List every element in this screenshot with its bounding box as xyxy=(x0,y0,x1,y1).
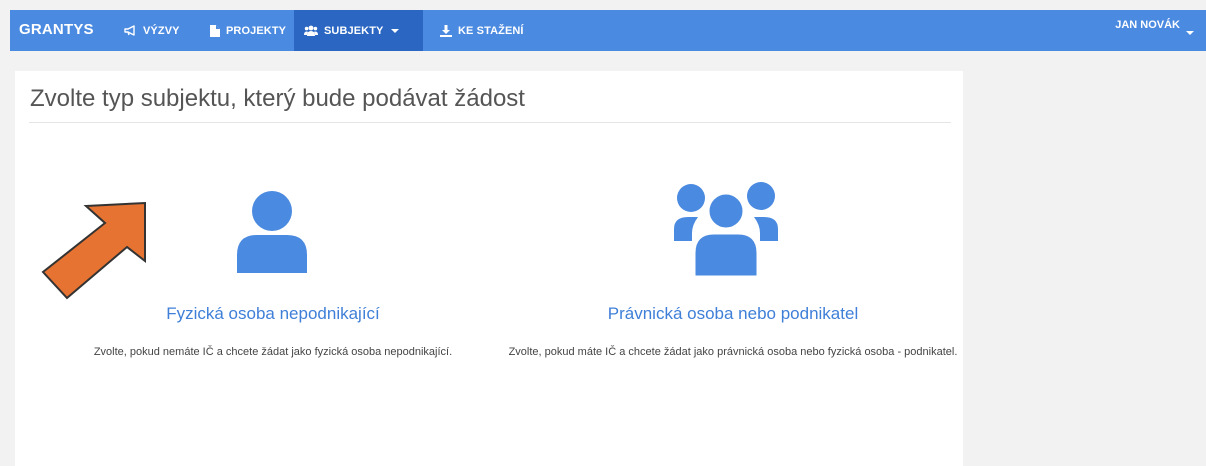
user-name: JAN NOVÁK xyxy=(1115,19,1180,31)
users-icon xyxy=(674,181,778,282)
arrow-annotation-icon xyxy=(41,201,146,300)
nav-item-projekty[interactable]: PROJEKTY xyxy=(200,10,296,51)
nav-item-label: PROJEKTY xyxy=(226,24,287,37)
option-description: Zvolte, pokud máte IČ a chcete žádat jak… xyxy=(508,346,958,358)
file-icon xyxy=(210,24,220,37)
nav-item-label: KE STAŽENÍ xyxy=(458,24,524,37)
users-icon xyxy=(304,25,318,36)
title-divider xyxy=(29,122,951,123)
download-icon xyxy=(440,24,452,37)
option-legal-entity[interactable]: Právnická osoba nebo podnikatel Zvolte, … xyxy=(493,181,973,391)
user-menu[interactable]: JAN NOVÁK xyxy=(1115,19,1194,35)
top-navbar: GRANTYS VÝZVY PROJEKTY SUBJEKTY KE STAŽE… xyxy=(10,10,1206,51)
option-description: Zvolte, pokud nemáte IČ a chcete žádat j… xyxy=(93,346,453,358)
brand-logo[interactable]: GRANTYS xyxy=(19,21,94,38)
nav-item-vyzvy[interactable]: VÝZVY xyxy=(114,10,190,51)
nav-item-label: SUBJEKTY xyxy=(324,24,384,37)
subject-type-panel: Zvolte typ subjektu, který bude podávat … xyxy=(15,71,963,466)
option-link[interactable]: Fyzická osoba nepodnikající xyxy=(33,304,513,324)
chevron-down-icon xyxy=(391,28,400,33)
bullhorn-icon xyxy=(124,25,137,36)
nav-item-label: VÝZVY xyxy=(143,24,180,37)
option-link[interactable]: Právnická osoba nebo podnikatel xyxy=(493,304,973,324)
chevron-down-icon xyxy=(1186,31,1194,35)
nav-item-subjekty[interactable]: SUBJEKTY xyxy=(294,10,423,51)
user-icon xyxy=(235,191,309,278)
nav-item-ke-stazeni[interactable]: KE STAŽENÍ xyxy=(430,10,534,51)
page-title: Zvolte typ subjektu, který bude podávat … xyxy=(30,85,525,112)
